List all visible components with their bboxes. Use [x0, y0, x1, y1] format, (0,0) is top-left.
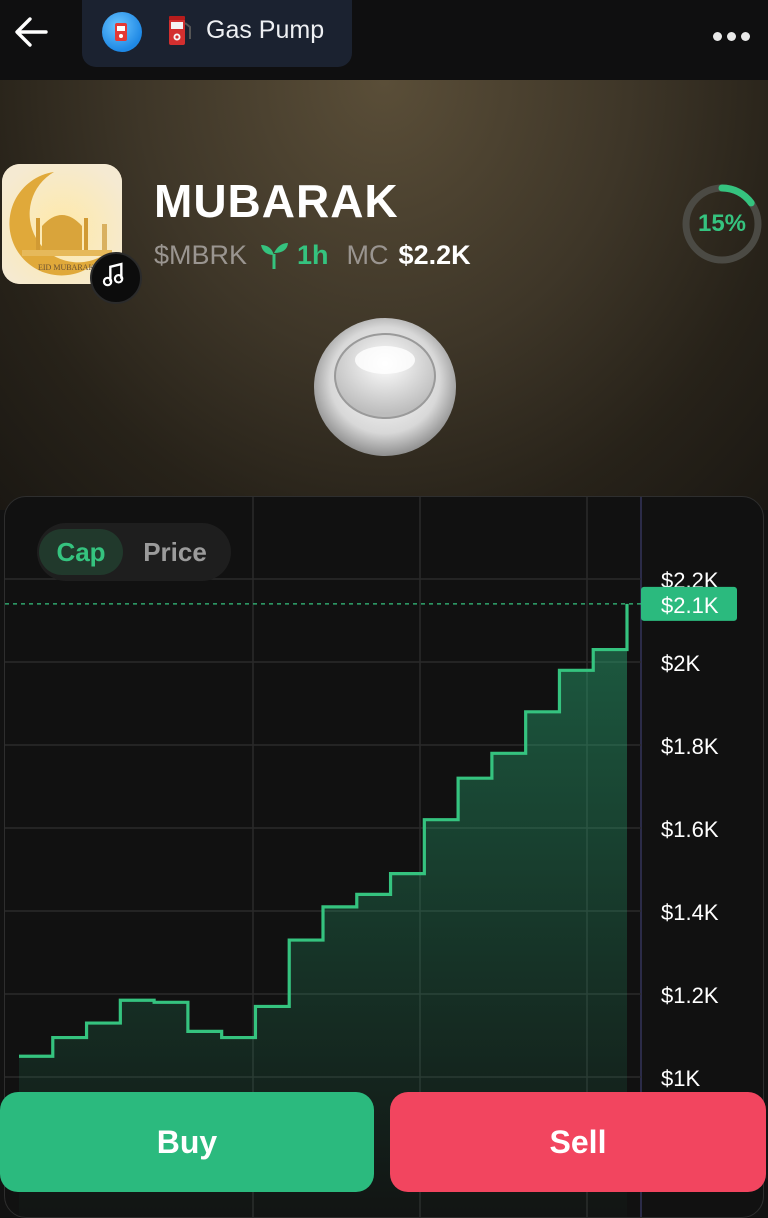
chart-mode-toggle[interactable]: Cap Price — [37, 523, 231, 581]
push-button-icon[interactable] — [312, 316, 458, 458]
y-tick-label: $1.4K — [661, 900, 719, 925]
pill-label: Gas Pump — [206, 16, 325, 44]
market-cap-value: $2.2K — [398, 240, 471, 270]
tab-cap[interactable]: Cap — [39, 529, 123, 575]
y-tick-label: $1.2K — [661, 983, 719, 1008]
y-tick-label: $1K — [661, 1066, 700, 1091]
token-image-text: EID MUBARAK — [38, 263, 94, 272]
market-cap-label: MC — [346, 240, 389, 270]
buy-button[interactable]: Buy — [0, 1092, 374, 1192]
music-note-icon[interactable] — [90, 252, 142, 304]
back-arrow-icon[interactable] — [12, 12, 52, 52]
fuel-pump-icon — [169, 16, 191, 45]
bonding-progress-label: 15% — [697, 210, 747, 237]
token-meta: $MBRK 1h MC $2.2K — [154, 240, 471, 271]
y-tick-label: $2K — [661, 651, 700, 676]
sprout-icon — [261, 242, 289, 269]
sell-button[interactable]: Sell — [390, 1092, 766, 1192]
y-tick-label: $1.8K — [661, 734, 719, 759]
current-value-label: $2.1K — [661, 593, 719, 618]
token-age: 1h — [297, 240, 329, 270]
gas-pump-app-icon — [102, 12, 142, 52]
source-pill[interactable]: Gas Pump — [82, 0, 352, 67]
tab-price[interactable]: Price — [125, 529, 225, 575]
token-ticker: $MBRK — [154, 240, 248, 270]
token-name: MUBARAK — [154, 175, 399, 227]
y-tick-label: $1.6K — [661, 817, 719, 842]
more-options-icon[interactable] — [708, 28, 750, 46]
top-bar: Gas Pump — [0, 0, 768, 80]
